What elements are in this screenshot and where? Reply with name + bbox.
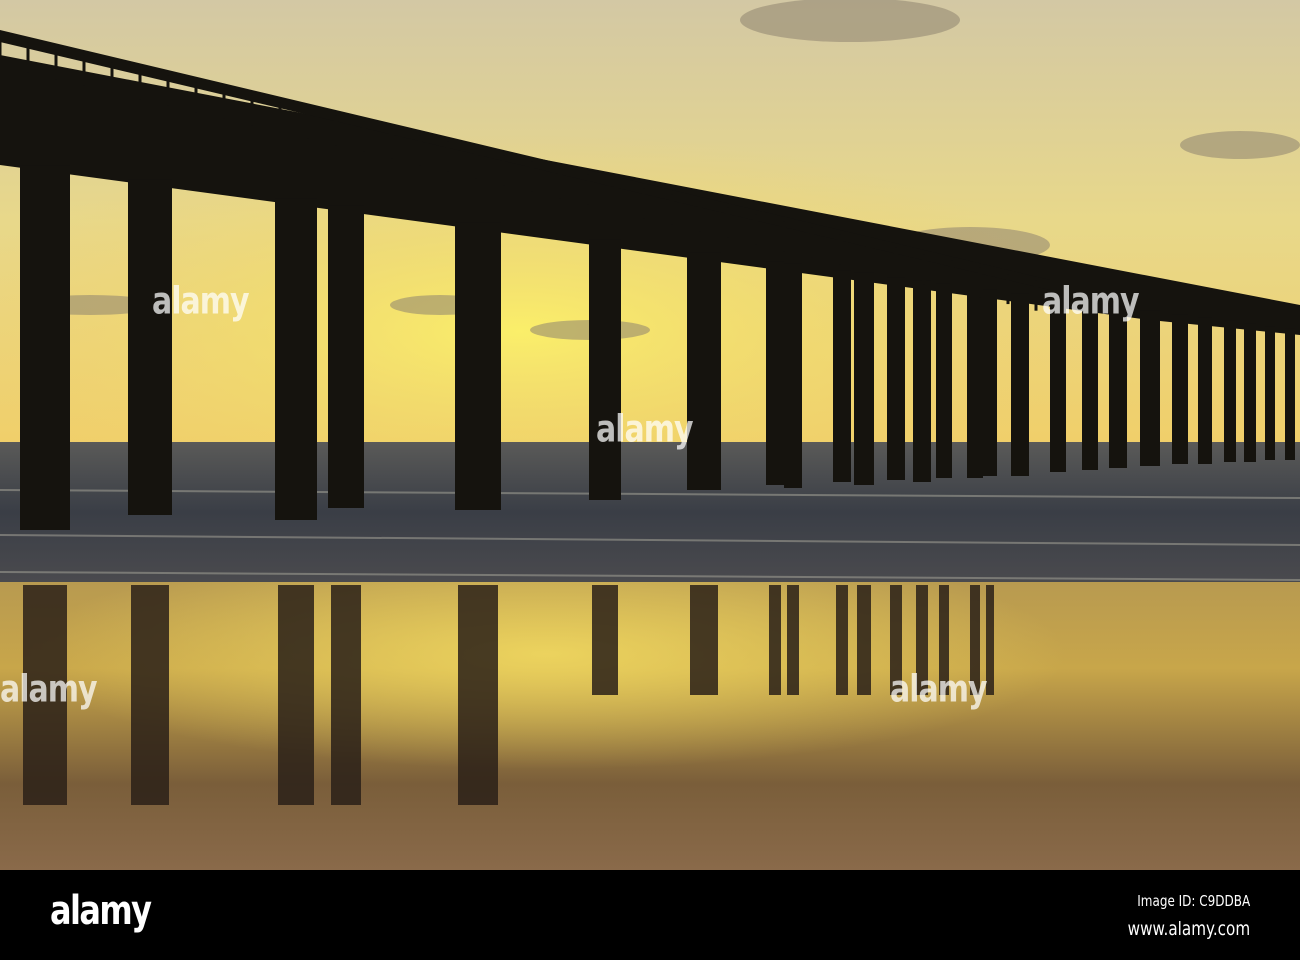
piling-reflection — [131, 585, 169, 805]
watermark: alamy — [0, 667, 98, 712]
pier-piling — [1082, 302, 1098, 470]
pier-piling — [1109, 306, 1127, 468]
piling-reflection — [690, 585, 718, 695]
pier-piling — [328, 205, 364, 508]
watermark: alamy — [890, 667, 988, 712]
piling-reflection — [278, 585, 314, 805]
pier-piling — [766, 261, 784, 485]
piling-reflection — [769, 585, 781, 695]
ocean — [0, 442, 1300, 582]
pier-piling — [128, 179, 172, 515]
pier-piling — [967, 287, 983, 478]
piling-reflection — [787, 585, 799, 695]
alamy-logo: alamy — [50, 888, 152, 934]
pier-piling — [687, 252, 721, 490]
pier-piling — [833, 270, 851, 482]
piling-reflection — [458, 585, 498, 805]
piling-reflection — [986, 585, 994, 695]
pier-piling — [275, 198, 317, 520]
image-id: Image ID: C9DDBA — [1137, 892, 1250, 910]
pier-piling — [1285, 328, 1295, 460]
piling-reflection — [836, 585, 848, 695]
pier-piling — [1198, 317, 1212, 464]
pier-piling — [887, 277, 905, 480]
pier-piling — [936, 283, 952, 478]
watermark: alamy — [1042, 279, 1140, 324]
pier-piling — [1011, 293, 1029, 476]
pier-piling — [913, 280, 931, 482]
pier-piling — [983, 289, 997, 476]
watermark: alamy — [152, 279, 250, 324]
pier-piling — [1224, 320, 1236, 462]
pier-piling — [854, 272, 874, 485]
piling-reflection — [857, 585, 871, 695]
pier-piling — [1050, 298, 1066, 472]
pier-piling — [784, 263, 802, 488]
pier-piling — [1172, 314, 1188, 464]
pier-piling — [455, 222, 501, 510]
piling-reflection — [331, 585, 361, 805]
watermark: alamy — [596, 407, 694, 452]
footer-bar: alamy Image ID: C9DDBA www.alamy.com — [0, 870, 1300, 960]
stock-photo: alamy alamy alamy alamy alamy alamy Imag… — [0, 0, 1300, 960]
pier-piling — [1265, 326, 1275, 460]
piling-reflection — [592, 585, 618, 695]
pier-piling — [20, 165, 70, 530]
pier-piling — [1140, 310, 1160, 466]
pier-piling — [1244, 323, 1256, 462]
website-link[interactable]: www.alamy.com — [1127, 918, 1250, 940]
pier-piling — [589, 239, 621, 500]
